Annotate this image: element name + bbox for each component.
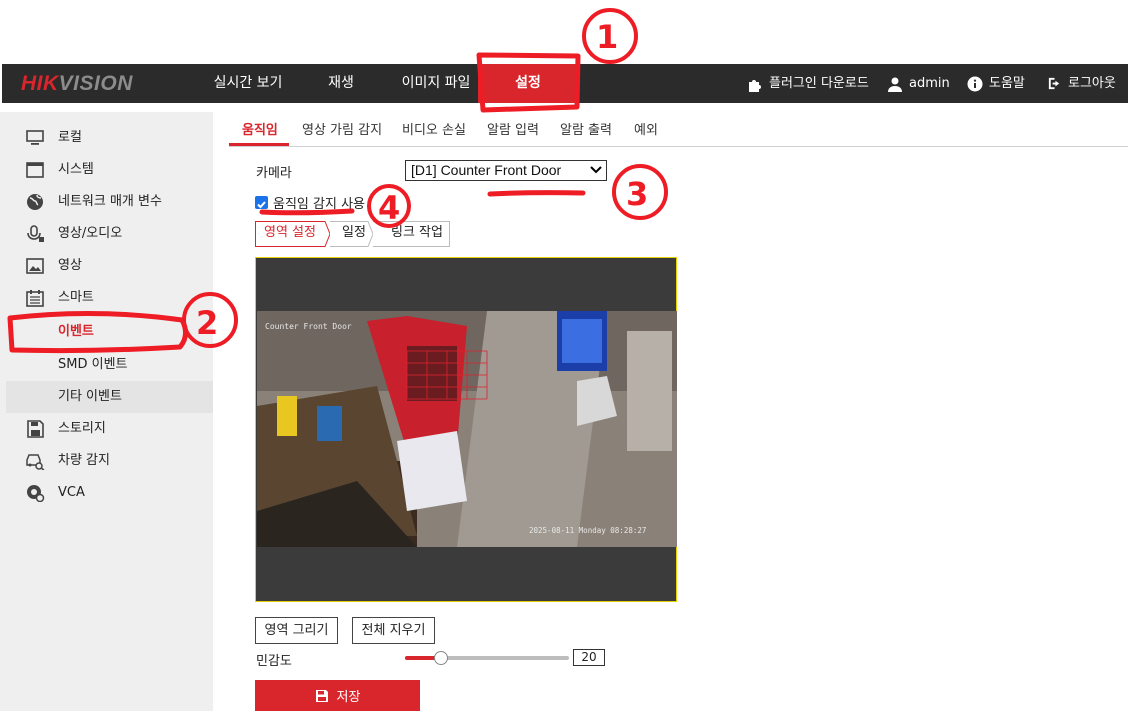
nav-playback[interactable]: 재생 [312, 64, 370, 103]
globe-icon [27, 194, 43, 210]
sidebar-item-label: 차량 감지 [58, 453, 110, 468]
sidebar-item-label: 스마트 [58, 290, 94, 305]
sidebar-item-label: 기타 이벤트 [58, 389, 122, 404]
enable-motion-label: 움직임 감지 사용 [273, 197, 365, 212]
checkmark-icon [257, 201, 266, 209]
chevron-down-icon [590, 166, 602, 174]
tab-motion[interactable]: 움직임 [242, 122, 278, 140]
sidebar-item-label: SMD 이벤트 [58, 357, 128, 372]
user-menu[interactable]: admin [887, 64, 950, 103]
sidebar-item-storage[interactable]: 스토리지 [0, 413, 213, 445]
sidebar-item-label: 영상 [58, 258, 82, 273]
nav-configuration[interactable]: 설정 [478, 64, 578, 103]
help-label: 도움말 [989, 76, 1025, 91]
save-icon [315, 689, 328, 702]
camera-scene: Counter Front Door 2025-08-11 Monday 08:… [257, 311, 677, 547]
annotation-circle-4 [367, 184, 411, 228]
sidebar-item-other-event[interactable]: 기타 이벤트 [6, 381, 213, 413]
step-tab-schedule[interactable]: 일정 [334, 221, 374, 246]
annotation-underline-camera [487, 190, 586, 197]
vca-icon [27, 485, 45, 502]
help-link[interactable]: 도움말 [967, 64, 1025, 103]
logout-icon [1048, 77, 1060, 90]
tab-tamper-detection[interactable]: 영상 가림 감지 [302, 122, 382, 140]
annotation-circle-3 [612, 164, 668, 220]
hikvision-logo: HIKVISION [21, 72, 133, 96]
video-preview[interactable]: Counter Front Door 2025-08-11 Monday 08:… [255, 257, 677, 602]
sensitivity-label: 민감도 [256, 654, 292, 669]
sidebar-item-system[interactable]: 시스템 [0, 154, 213, 186]
sidebar-item-label: 영상/오디오 [58, 226, 123, 241]
draw-area-button[interactable]: 영역 그리기 [255, 617, 338, 644]
sidebar-item-label: 이벤트 [58, 324, 94, 339]
annotation-number-1: 1 [596, 18, 618, 56]
sidebar-item-smart[interactable]: 스마트 [0, 282, 213, 314]
sidebar-item-label: 로컬 [58, 130, 82, 145]
window-icon [26, 162, 44, 178]
sidebar-item-event[interactable]: 이벤트 [0, 316, 213, 348]
sidebar-item-label: 스토리지 [58, 421, 106, 436]
username-label: admin [909, 76, 950, 91]
top-nav-bar: HIKVISION 실시간 보기 재생 이미지 파일 설정 플러그인 다운로드 … [2, 64, 1128, 103]
logo-hik-text: HIK [21, 72, 59, 95]
sensitivity-slider[interactable] [405, 656, 569, 660]
sidebar-item-vehicle-detection[interactable]: 차량 감지 [0, 445, 213, 477]
tab-alarm-output[interactable]: 알람 출력 [560, 122, 612, 140]
sidebar-item-video-audio[interactable]: 영상/오디오 [0, 218, 213, 250]
tab-exception[interactable]: 예외 [634, 122, 658, 140]
clear-all-button[interactable]: 전체 지우기 [352, 617, 435, 644]
plugin-download-label: 플러그인 다운로드 [769, 76, 869, 91]
camera-label: 카메라 [256, 166, 292, 181]
sensitivity-value: 20 [573, 649, 605, 666]
calendar-icon [26, 290, 44, 307]
puzzle-icon [749, 79, 761, 92]
camera-frame: Counter Front Door 2025-08-11 Monday 08:… [257, 311, 677, 547]
floppy-icon [27, 420, 44, 438]
camera-select[interactable]: [D1] Counter Front Door [405, 160, 607, 181]
tab-divider [229, 146, 1128, 147]
osd-camera-name: Counter Front Door [265, 322, 352, 331]
sidebar-item-vca[interactable]: VCA [0, 477, 213, 509]
camera-select-value: [D1] Counter Front Door [411, 162, 562, 178]
car-search-icon [26, 454, 45, 470]
osd-timestamp: 2025-08-11 Monday 08:28:27 [529, 526, 646, 535]
enable-motion-checkbox[interactable] [255, 196, 268, 209]
camera-mic-icon [27, 225, 44, 242]
monitor-icon [26, 130, 44, 145]
nav-live-view[interactable]: 실시간 보기 [200, 64, 296, 103]
save-button[interactable]: 저장 [255, 680, 420, 711]
sidebar-item-smd-event[interactable]: SMD 이벤트 [0, 349, 213, 381]
save-label: 저장 [336, 690, 361, 705]
tab-alarm-input[interactable]: 알람 입력 [487, 122, 539, 140]
sidebar-item-label: 시스템 [58, 162, 94, 177]
sidebar-item-image[interactable]: 영상 [0, 250, 213, 282]
nav-picture[interactable]: 이미지 파일 [386, 64, 486, 103]
logout-label: 로그아웃 [1068, 76, 1116, 91]
sensitivity-slider-handle[interactable] [434, 651, 449, 665]
sidebar-item-local[interactable]: 로컬 [0, 122, 213, 154]
sidebar-item-network[interactable]: 네트워크 매개 변수 [0, 186, 213, 218]
step-tab-linkage[interactable]: 링크 작업 [382, 221, 452, 246]
sidebar-item-label: VCA [58, 485, 85, 500]
image-icon [26, 258, 44, 274]
annotation-number-3: 3 [626, 175, 648, 213]
step-tab-area-settings[interactable]: 영역 설정 [255, 221, 325, 246]
sidebar-item-label: 네트워크 매개 변수 [58, 194, 162, 209]
tab-video-loss[interactable]: 비디오 손실 [402, 122, 466, 140]
logout-link[interactable]: 로그아웃 [1047, 64, 1116, 103]
info-icon [967, 76, 983, 91]
plugin-download-link[interactable]: 플러그인 다운로드 [747, 64, 869, 103]
annotation-circle-1 [582, 8, 638, 64]
user-icon [888, 77, 902, 92]
logo-vision-text: VISION [58, 72, 133, 95]
sidebar: 로컬 시스템 네트워크 매개 변수 영상/오디오 영상 스마트 이벤트 SMD … [0, 112, 213, 711]
